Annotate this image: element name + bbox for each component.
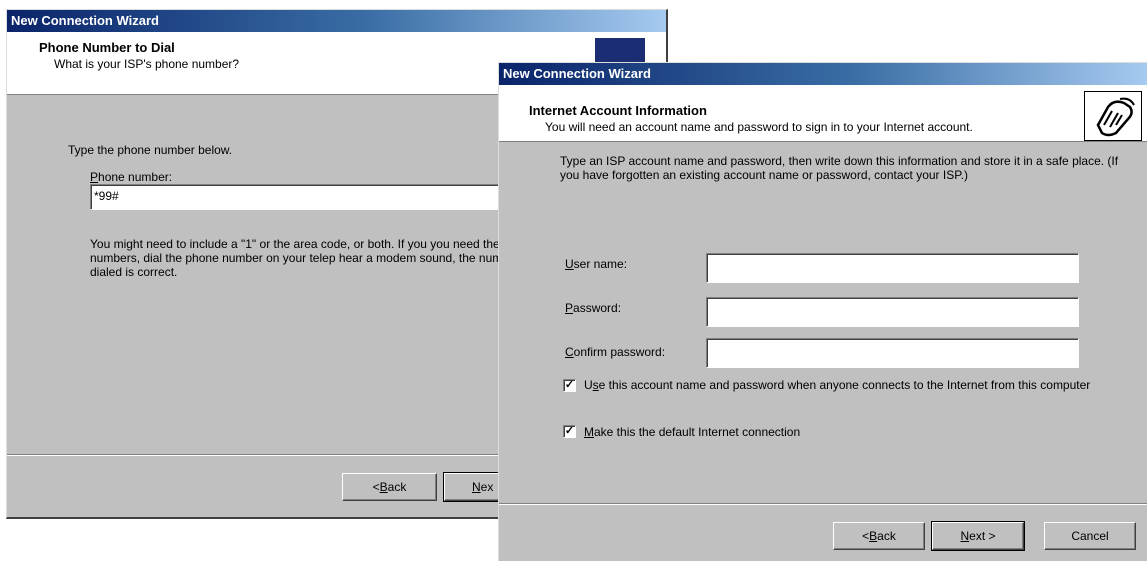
phone-handset-icon <box>1096 97 1135 137</box>
front-header-subtitle: You will need an account name and passwo… <box>545 120 973 134</box>
front-header: Internet Account Information You will ne… <box>499 85 1147 142</box>
front-window-next-button[interactable]: Next > <box>931 521 1025 551</box>
confirm-password-input[interactable] <box>706 338 1079 368</box>
phone-number-input[interactable]: *99# <box>90 184 510 210</box>
back-header-title: Phone Number to Dial <box>39 40 175 55</box>
phone-number-value: *99# <box>94 189 119 203</box>
use-account-checkbox[interactable]: ✓ <box>563 379 576 392</box>
cancel-button[interactable]: Cancel <box>1044 522 1136 550</box>
front-wizard-window: New Connection Wizard Internet Account I… <box>498 62 1147 561</box>
front-instruction: Type an ISP account name and password, t… <box>560 154 1119 182</box>
front-button-separator <box>499 503 1147 505</box>
back-window-title: New Connection Wizard <box>7 10 666 32</box>
back-note: You might need to include a "1" or the a… <box>90 237 530 279</box>
user-name-input[interactable] <box>706 253 1079 283</box>
back-header-subtitle: What is your ISP's phone number? <box>54 57 240 71</box>
front-header-title: Internet Account Information <box>529 103 707 118</box>
front-window-title: New Connection Wizard <box>499 63 1147 85</box>
default-connection-label[interactable]: Make this the default Internet connectio… <box>584 425 800 439</box>
phone-number-label: Phone number: <box>90 170 173 184</box>
confirm-password-label: Confirm password: <box>565 345 666 359</box>
password-input[interactable] <box>706 297 1079 327</box>
default-connection-checkbox[interactable]: ✓ <box>563 425 576 438</box>
back-instruction: Type the phone number below. <box>68 143 233 157</box>
phone-icon <box>1084 91 1142 141</box>
back-window-back-button[interactable]: < Back <box>342 473 437 501</box>
password-label: Password: <box>565 301 622 315</box>
front-window-back-button[interactable]: < Back <box>833 522 925 550</box>
user-name-label: User name: <box>565 257 628 271</box>
use-account-label[interactable]: Use this account name and password when … <box>584 378 1104 392</box>
